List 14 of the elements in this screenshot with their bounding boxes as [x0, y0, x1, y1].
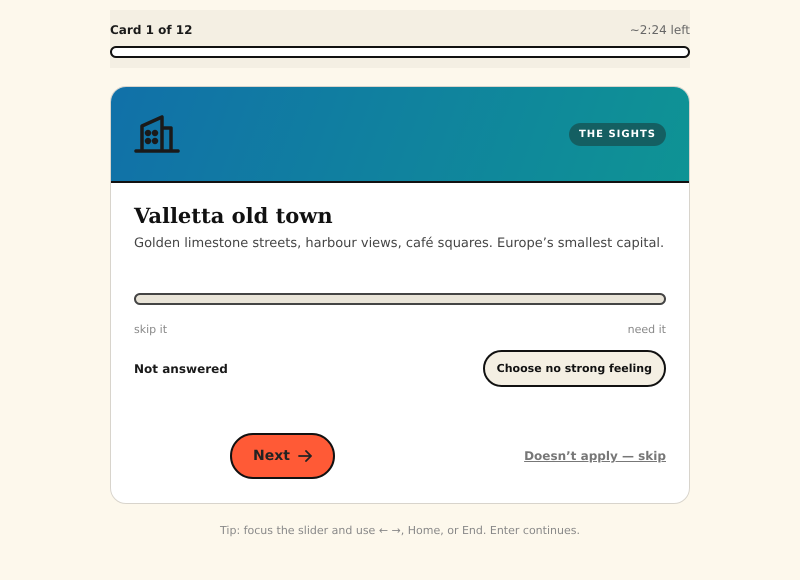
answer-status: Not answered: [134, 362, 228, 376]
keyboard-tip: Tip: focus the slider and use ← →, Home, or End. Enter continues.: [219, 524, 581, 537]
next-button[interactable]: Next: [230, 433, 335, 479]
max-label: need it: [628, 323, 666, 336]
no-strong-feeling-button[interactable]: Choose no strong feeling: [482, 350, 666, 387]
arrow-right-icon: [298, 450, 312, 462]
time-left: ~2:24 left: [630, 23, 690, 37]
card-counter: Card 1 of 12: [110, 23, 192, 37]
building-icon: [134, 114, 180, 154]
skip-link[interactable]: Doesn’t apply — skip: [524, 449, 666, 463]
card-description: Golden limestone streets, harbour views, café squares. Europe’s smallest capital.: [134, 236, 666, 251]
card-title: Valletta old town: [134, 203, 334, 228]
category-tag: THE SIGHTS: [568, 122, 666, 146]
min-label: skip it: [134, 323, 168, 336]
